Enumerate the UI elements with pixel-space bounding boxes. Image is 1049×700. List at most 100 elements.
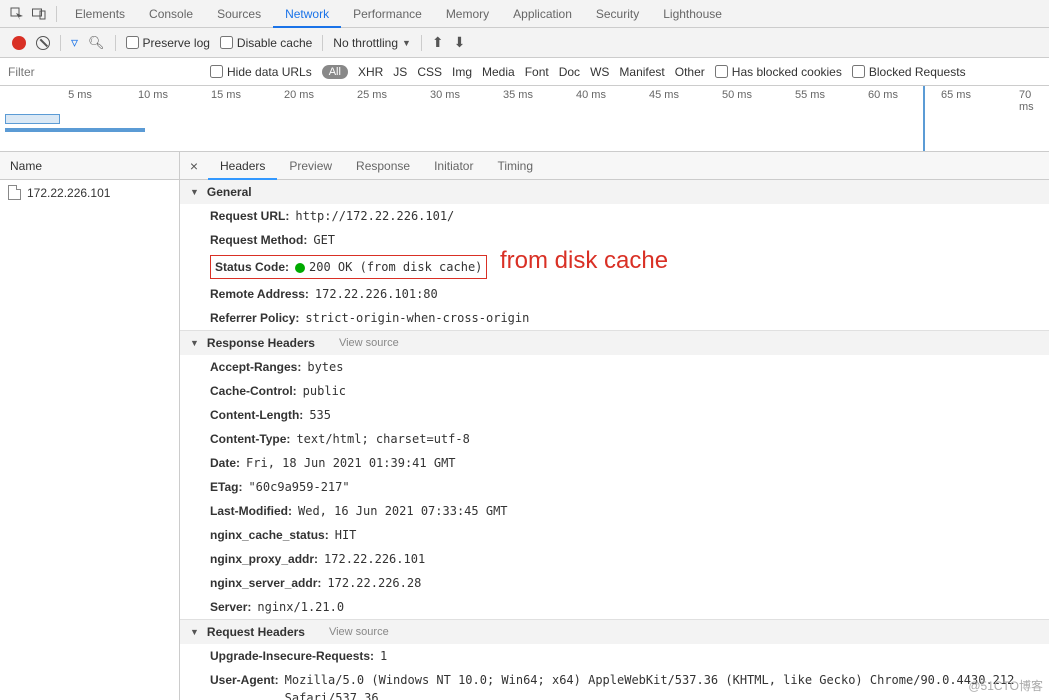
tab-memory[interactable]: Memory <box>434 0 501 28</box>
header-value: bytes <box>307 358 343 376</box>
view-source-link[interactable]: View source <box>329 626 389 638</box>
upload-har-icon[interactable]: ⬆ <box>432 34 444 51</box>
dtab-response[interactable]: Response <box>344 152 422 180</box>
header-value: GET <box>313 231 335 249</box>
timeline-tick: 25 ms <box>357 89 387 101</box>
header-row: Request URL:http://172.22.226.101/ <box>180 204 1049 228</box>
timeline-bar <box>5 114 60 124</box>
tab-application[interactable]: Application <box>501 0 584 28</box>
header-row: nginx_cache_status:HIT <box>180 523 1049 547</box>
dtab-initiator[interactable]: Initiator <box>422 152 485 180</box>
disable-cache-label: Disable cache <box>237 36 312 50</box>
triangle-down-icon: ▼ <box>190 338 199 348</box>
request-item[interactable]: 172.22.226.101 <box>0 180 179 205</box>
blocked-requests-checkbox[interactable]: Blocked Requests <box>852 65 966 79</box>
filter-manifest[interactable]: Manifest <box>619 65 664 79</box>
filter-bar: Hide data URLs All XHR JS CSS Img Media … <box>0 58 1049 86</box>
tab-lighthouse[interactable]: Lighthouse <box>651 0 734 28</box>
filter-icon[interactable]: ▿ <box>71 34 78 51</box>
timeline[interactable]: 5 ms10 ms15 ms20 ms25 ms30 ms35 ms40 ms4… <box>0 86 1049 152</box>
hide-data-urls-checkbox[interactable]: Hide data URLs <box>210 65 312 79</box>
timeline-tick: 45 ms <box>649 89 679 101</box>
header-row: nginx_proxy_addr: 172.22.226.101 <box>180 547 1049 571</box>
filter-img[interactable]: Img <box>452 65 472 79</box>
timeline-bar <box>5 128 145 132</box>
header-row: Remote Address:172.22.226.101:80 <box>180 282 1049 306</box>
status-dot-icon <box>295 263 305 273</box>
header-key: Request URL: <box>210 207 289 225</box>
filter-all[interactable]: All <box>322 65 348 79</box>
header-key: Cache-Control: <box>210 382 297 400</box>
header-value: public <box>303 382 346 400</box>
close-icon[interactable]: × <box>180 158 208 174</box>
timeline-tick: 50 ms <box>722 89 752 101</box>
filter-other[interactable]: Other <box>675 65 705 79</box>
tab-sources[interactable]: Sources <box>205 0 273 28</box>
header-key: nginx_proxy_addr: <box>210 550 318 568</box>
timeline-tick: 35 ms <box>503 89 533 101</box>
view-source-link[interactable]: View source <box>339 337 399 349</box>
filter-ws[interactable]: WS <box>590 65 609 79</box>
header-key: Remote Address: <box>210 285 309 303</box>
filter-input[interactable] <box>0 61 200 83</box>
dtab-preview[interactable]: Preview <box>277 152 344 180</box>
header-row: Date:Fri, 18 Jun 2021 01:39:41 GMT <box>180 451 1049 475</box>
search-icon[interactable]: 🔍︎ <box>88 35 105 51</box>
throttling-select[interactable]: No throttling ▼ <box>333 36 411 50</box>
timeline-tick: 15 ms <box>211 89 241 101</box>
device-toolbar-icon[interactable] <box>28 3 50 25</box>
tab-performance[interactable]: Performance <box>341 0 434 28</box>
header-row: Last-Modified:Wed, 16 Jun 2021 07:33:45 … <box>180 499 1049 523</box>
request-headers-header[interactable]: ▼ Request Headers View source <box>180 620 1049 644</box>
timeline-tick: 60 ms <box>868 89 898 101</box>
header-row: nginx_server_addr: 172.22.226.28 <box>180 571 1049 595</box>
header-value: 172.22.226.101 <box>324 550 425 568</box>
tab-elements[interactable]: Elements <box>63 0 137 28</box>
timeline-tick: 5 ms <box>68 89 92 101</box>
filter-doc[interactable]: Doc <box>559 65 580 79</box>
filter-font[interactable]: Font <box>525 65 549 79</box>
tab-console[interactable]: Console <box>137 0 205 28</box>
timeline-tick: 30 ms <box>430 89 460 101</box>
dtab-timing[interactable]: Timing <box>485 152 545 180</box>
clear-button[interactable] <box>36 36 50 50</box>
download-har-icon[interactable]: ⬇ <box>454 34 466 51</box>
tab-network[interactable]: Network <box>273 0 341 28</box>
header-row: Content-Length:535 <box>180 403 1049 427</box>
header-value: 1 <box>380 647 387 665</box>
preserve-log-checkbox[interactable]: Preserve log <box>126 36 210 50</box>
disable-cache-checkbox[interactable]: Disable cache <box>220 36 312 50</box>
general-header[interactable]: ▼ General <box>180 180 1049 204</box>
filter-xhr[interactable]: XHR <box>358 65 383 79</box>
blocked-cookies-label: Has blocked cookies <box>732 65 842 79</box>
section-title: Request Headers <box>207 625 305 639</box>
filter-media[interactable]: Media <box>482 65 515 79</box>
header-key: nginx_server_addr: <box>210 574 321 592</box>
inspect-icon[interactable] <box>6 3 28 25</box>
filter-js[interactable]: JS <box>393 65 407 79</box>
header-key: User-Agent: <box>210 671 279 700</box>
header-key: Content-Type: <box>210 430 290 448</box>
record-button[interactable] <box>12 36 26 50</box>
header-value: 172.22.226.28 <box>327 574 421 592</box>
tab-security[interactable]: Security <box>584 0 651 28</box>
header-key: Request Method: <box>210 231 307 249</box>
blocked-cookies-checkbox[interactable]: Has blocked cookies <box>715 65 842 79</box>
network-toolbar: ▿ 🔍︎ Preserve log Disable cache No throt… <box>0 28 1049 58</box>
file-icon <box>8 185 21 200</box>
response-headers-header[interactable]: ▼ Response Headers View source <box>180 331 1049 355</box>
timeline-marker <box>923 86 925 151</box>
blocked-requests-label: Blocked Requests <box>869 65 966 79</box>
chevron-down-icon: ▼ <box>402 38 411 48</box>
filter-css[interactable]: CSS <box>417 65 442 79</box>
header-value: strict-origin-when-cross-origin <box>305 309 529 327</box>
timeline-tick: 20 ms <box>284 89 314 101</box>
response-headers-section: ▼ Response Headers View source Accept-Ra… <box>180 331 1049 620</box>
dtab-headers[interactable]: Headers <box>208 152 277 180</box>
header-key: ETag: <box>210 478 242 496</box>
throttling-label: No throttling <box>333 36 398 50</box>
name-column-header[interactable]: Name <box>0 152 179 180</box>
section-title: Response Headers <box>207 336 315 350</box>
header-value: Wed, 16 Jun 2021 07:33:45 GMT <box>298 502 508 520</box>
header-row: Upgrade-Insecure-Requests:1 <box>180 644 1049 668</box>
